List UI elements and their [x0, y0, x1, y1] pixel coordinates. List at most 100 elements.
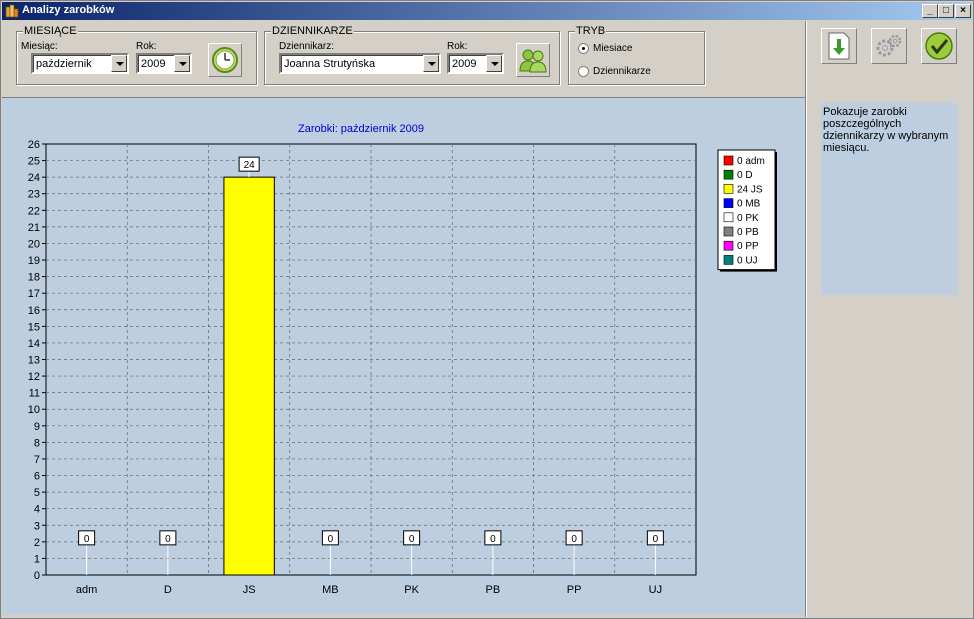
- maximize-button[interactable]: □: [938, 4, 954, 18]
- chart-title: Zarobki: październik 2009: [298, 123, 424, 135]
- y-tick-label: 17: [28, 288, 40, 300]
- month-year-select[interactable]: 2009: [136, 53, 192, 74]
- legend-entry: 0 adm: [737, 156, 765, 167]
- y-tick-label: 2: [34, 537, 40, 549]
- x-tick-label: PK: [404, 584, 419, 596]
- minimize-icon: _: [927, 5, 933, 16]
- legend-entry: 0 PP: [737, 241, 759, 252]
- y-tick-label: 22: [28, 205, 40, 217]
- y-tick-label: 15: [28, 321, 40, 333]
- y-tick-label: 7: [34, 454, 40, 466]
- month-year-label: Rok:: [136, 41, 157, 52]
- gear-icon: [876, 34, 902, 57]
- close-button[interactable]: ×: [955, 4, 971, 18]
- chevron-down-icon[interactable]: [174, 55, 190, 72]
- info-text: Pokazuje zarobki poszczególnych dziennik…: [823, 106, 949, 154]
- data-label: 0: [165, 534, 171, 545]
- y-tick-label: 23: [28, 189, 40, 201]
- show-month-button[interactable]: [208, 43, 242, 77]
- legend-swatch: [723, 226, 734, 237]
- chevron-down-icon[interactable]: [111, 55, 127, 72]
- legend-entry: 0 MB: [737, 199, 761, 210]
- legend-swatch: [723, 184, 734, 194]
- y-tick-label: 14: [28, 338, 40, 350]
- y-tick-label: 5: [34, 487, 40, 499]
- app-icon: [5, 4, 19, 18]
- data-label: 0: [490, 534, 496, 545]
- journalist-select[interactable]: Joanna Strutyńska: [279, 53, 441, 74]
- bar-JS: [223, 176, 275, 576]
- journalists-group: DZIENNIKARZE Dziennikarz: Joanna Strutyń…: [264, 25, 560, 85]
- legend-swatch: [723, 240, 734, 251]
- month-select[interactable]: październik: [31, 53, 129, 74]
- journalist-select-value: Joanna Strutyńska: [284, 58, 376, 70]
- y-tick-label: 12: [28, 371, 40, 383]
- y-tick-label: 11: [29, 388, 40, 400]
- journalist-year-select-value: 2009: [452, 58, 477, 70]
- mode-journalists-label: Dziennikarze: [593, 66, 651, 77]
- settings-button[interactable]: [871, 28, 907, 64]
- download-icon: [828, 32, 850, 60]
- data-label: 0: [653, 534, 659, 545]
- legend-swatch: [723, 255, 734, 265]
- y-tick-label: 19: [28, 255, 40, 267]
- x-tick-label: PB: [486, 584, 501, 596]
- earnings-chart: Zarobki: październik 2009 01234567891011…: [28, 123, 777, 596]
- y-tick-label: 3: [34, 520, 40, 532]
- y-tick-label: 8: [34, 437, 40, 449]
- journalists-group-legend: DZIENNIKARZE: [271, 25, 354, 37]
- legend-swatch: [723, 212, 734, 223]
- minimize-button[interactable]: _: [922, 4, 938, 18]
- export-button[interactable]: [821, 28, 857, 64]
- months-group-legend: MIESIĄCE: [23, 25, 78, 37]
- show-journalist-button[interactable]: [516, 43, 550, 77]
- mode-group-legend: TRYB: [575, 25, 607, 37]
- chart-panel: Zarobki: październik 2009 0 1 2 3 4 5 6 7 8 9 10 11…: [2, 97, 805, 615]
- mode-group: TRYB Miesiace Dziennikarze: [568, 25, 705, 85]
- y-tick-label: 18: [28, 272, 40, 284]
- info-panel: Pokazuje zarobki poszczególnych dziennik…: [821, 103, 958, 295]
- legend-entry: 0 D: [737, 170, 753, 181]
- maximize-icon: □: [942, 5, 950, 16]
- y-tick-label: 20: [28, 238, 40, 250]
- y-tick-label: 16: [28, 305, 40, 317]
- ok-button[interactable]: [921, 28, 957, 64]
- legend-entry: 0 PB: [737, 227, 759, 238]
- clock-icon: [212, 47, 238, 73]
- legend-swatch: [723, 198, 734, 208]
- month-label: Miesiąc:: [21, 41, 58, 52]
- x-tick-label: PP: [567, 584, 582, 596]
- y-tick-label: 13: [28, 355, 40, 367]
- legend-entry: 0 PK: [737, 213, 759, 224]
- x-tick-label: UJ: [649, 584, 662, 596]
- data-label: 24: [244, 160, 256, 171]
- title-bar: Analizy zarobków _ □ ×: [2, 2, 972, 20]
- legend-entry: 0 UJ: [737, 255, 758, 266]
- mode-months-label: Miesiace: [593, 43, 633, 54]
- mode-months-radio[interactable]: [578, 43, 589, 54]
- journalist-year-select[interactable]: 2009: [447, 53, 504, 74]
- x-tick-label: MB: [322, 584, 339, 596]
- y-tick-label: 21: [28, 222, 40, 234]
- data-label: 0: [571, 534, 577, 545]
- close-icon: ×: [960, 5, 966, 16]
- chevron-down-icon[interactable]: [423, 55, 439, 72]
- users-icon: [519, 49, 547, 73]
- y-tick-label: 25: [28, 156, 40, 168]
- month-year-select-value: 2009: [141, 58, 166, 70]
- data-label: 0: [328, 534, 334, 545]
- months-group: MIESIĄCE Miesiąc: październik Rok: 2009: [16, 25, 257, 85]
- right-panel-separator: [805, 21, 807, 617]
- mode-journalists-radio[interactable]: [578, 66, 589, 77]
- x-tick-label: JS: [243, 584, 256, 596]
- y-tick-label: 10: [28, 404, 40, 416]
- journalist-year-label: Rok:: [447, 41, 468, 52]
- data-label: 0: [409, 534, 415, 545]
- y-tick-label: 4: [34, 504, 40, 516]
- check-icon: [925, 32, 953, 60]
- main-window: Analizy zarobków _ □ × MIESIĄCE Miesiąc:…: [0, 0, 974, 619]
- x-tick-label: D: [164, 584, 172, 596]
- month-select-value: październik: [36, 58, 92, 70]
- y-tick-label: 6: [34, 471, 40, 483]
- chevron-down-icon[interactable]: [486, 55, 502, 72]
